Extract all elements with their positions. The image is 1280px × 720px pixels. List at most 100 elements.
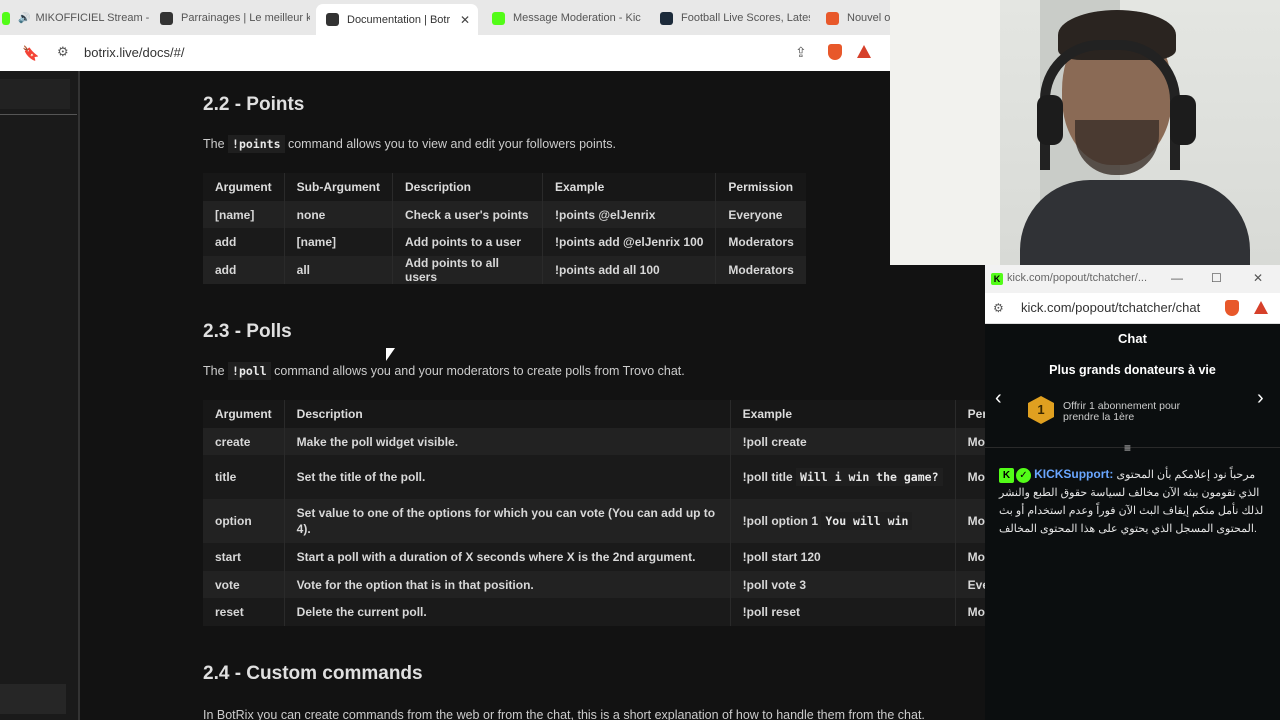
- table-cell: Mo: [954, 598, 985, 626]
- tab-label: Football Live Scores, Lates: [681, 12, 810, 24]
- botrix-favicon-icon: [326, 13, 339, 26]
- table-cell: Add points to a user: [392, 228, 543, 256]
- sidebar-item[interactable]: [0, 79, 70, 109]
- close-button[interactable]: ✕: [1253, 271, 1263, 285]
- popout-title: kick.com/popout/tchatcher/...: [1007, 272, 1148, 284]
- site-settings-icon[interactable]: ⚙: [57, 44, 69, 60]
- table-cell: vote: [203, 571, 285, 598]
- table-cell: add: [203, 228, 285, 256]
- table-cell: Make the poll widget visible.: [283, 428, 731, 455]
- tab-parrainages[interactable]: Parrainages | Le meilleur k: [150, 5, 310, 31]
- pinned-divider: [985, 447, 1280, 448]
- inline-code: !points: [228, 135, 285, 153]
- tab-documentation[interactable]: Documentation | Botr ✕: [316, 4, 478, 35]
- table-cell: Eve: [954, 571, 985, 598]
- mouse-cursor-icon: [386, 348, 395, 361]
- column-header: Description: [392, 173, 543, 201]
- tab-football-live[interactable]: Football Live Scores, Lates: [650, 5, 810, 31]
- gift-sub-offer[interactable]: Offrir 1 abonnement pour prendre la 1ère: [1063, 401, 1213, 423]
- tab-mikofficiel[interactable]: 🔊 MIKOFFICIEL Stream -: [0, 5, 150, 31]
- inline-code: !poll: [228, 362, 271, 380]
- table-cell: create: [203, 428, 285, 455]
- site-settings-icon[interactable]: ⚙: [993, 301, 1004, 315]
- browser-tab-strip: 🔊 MIKOFFICIEL Stream - Parrainages | Le …: [0, 0, 890, 35]
- popout-url[interactable]: kick.com/popout/tchatcher/chat: [1021, 300, 1200, 315]
- kick-badge-icon: K: [999, 467, 1014, 483]
- sidebar-item[interactable]: [0, 684, 66, 714]
- chat-username[interactable]: KICKSupport: [1034, 467, 1109, 481]
- pinned-message-icon[interactable]: ≡: [1124, 441, 1131, 455]
- example-text: !poll title: [742, 469, 793, 484]
- table-cell: Moderators: [715, 228, 806, 256]
- top-donors-title: Plus grands donateurs à vie: [1049, 363, 1216, 377]
- table-cell: !poll reset: [729, 598, 956, 626]
- tab-message-moderation[interactable]: Message Moderation - Kic: [482, 5, 642, 31]
- table-cell: !poll option 1 You will win: [729, 499, 956, 543]
- bookmark-icon[interactable]: 🔖: [22, 45, 39, 62]
- table-row: start Start a poll with a duration of X …: [203, 543, 985, 571]
- brave-shield-icon[interactable]: [1225, 300, 1239, 316]
- brave-favicon-icon: [826, 11, 839, 25]
- points-table: Argument Sub-Argument Description Exampl…: [203, 173, 806, 284]
- intro-text: command allows you to view and edit your…: [287, 137, 616, 151]
- site-favicon-icon: [660, 11, 673, 25]
- points-intro: The !points command allows you to view a…: [203, 135, 616, 153]
- rank-badge: 1: [1028, 396, 1054, 424]
- brave-shield-icon[interactable]: [828, 44, 842, 60]
- table-cell: start: [203, 543, 285, 571]
- tab-label: MIKOFFICIEL Stream -: [35, 12, 150, 24]
- brave-rewards-icon[interactable]: [857, 45, 871, 58]
- kick-logo-icon: K: [991, 273, 1003, 285]
- inline-code: You will win: [821, 512, 913, 530]
- table-cell: Set value to one of the options for whic…: [283, 499, 731, 543]
- table-cell: Mo: [954, 543, 985, 571]
- table-cell: Add points to all users: [392, 256, 543, 284]
- column-header: Sub-Argument: [283, 173, 393, 201]
- verified-badge-icon: ✓: [1016, 467, 1031, 483]
- table-cell: !poll vote 3: [729, 571, 956, 598]
- webcam-person: [1020, 180, 1250, 265]
- url-field[interactable]: botrix.live/docs/#/: [84, 45, 184, 60]
- table-cell: !points add all 100: [541, 256, 716, 284]
- tab-label: Nouvel o: [847, 12, 890, 24]
- chat-title: Chat: [1118, 331, 1147, 346]
- table-cell: !poll create: [729, 428, 956, 455]
- column-header: Example: [729, 400, 956, 428]
- share-icon[interactable]: ⇪: [795, 44, 807, 61]
- table-cell: reset: [203, 598, 285, 626]
- brave-rewards-icon[interactable]: [1254, 301, 1268, 314]
- tab-new[interactable]: Nouvel o: [816, 5, 890, 31]
- section-title-custom-commands: 2.4 - Custom commands: [203, 663, 423, 684]
- tab-label: Message Moderation - Kic: [513, 12, 641, 24]
- section-title-points: 2.2 - Points: [203, 94, 305, 115]
- minimize-button[interactable]: —: [1171, 271, 1183, 285]
- chevron-left-icon[interactable]: ‹: [995, 387, 1002, 410]
- popout-title-bar: K kick.com/popout/tchatcher/... — ☐ ✕: [985, 265, 1280, 293]
- close-icon[interactable]: ✕: [460, 13, 470, 27]
- webcam-background: [890, 0, 1000, 265]
- intro-text: The: [203, 364, 225, 378]
- table-row: title Set the title of the poll. !poll t…: [203, 455, 985, 499]
- site-favicon-icon: [160, 11, 173, 25]
- table-cell: title: [203, 455, 285, 499]
- column-header: Argument: [203, 400, 285, 428]
- table-cell: add: [203, 256, 285, 284]
- table-cell: Mo: [954, 428, 985, 455]
- kick-favicon-icon: [2, 11, 10, 25]
- table-cell: none: [283, 201, 393, 228]
- table-row: [name] none Check a user's points !point…: [203, 201, 806, 228]
- chevron-right-icon[interactable]: ›: [1257, 387, 1264, 410]
- chat-separator: :: [1109, 467, 1114, 481]
- table-cell: !poll start 120: [729, 543, 956, 571]
- inline-code: Will i win the game?: [796, 467, 943, 486]
- table-row: create Make the poll widget visible. !po…: [203, 428, 985, 455]
- table-cell: !poll title Will i win the game?: [729, 455, 956, 499]
- table-cell: Moderators: [715, 256, 806, 284]
- docs-sidebar: [0, 71, 80, 720]
- column-header: Argument: [203, 173, 285, 201]
- column-header: Example: [541, 173, 716, 201]
- table-cell: option: [203, 499, 285, 543]
- maximize-button[interactable]: ☐: [1211, 271, 1222, 285]
- table-cell: Set the title of the poll.: [283, 455, 731, 499]
- table-cell: !points add @elJenrix 100: [541, 228, 716, 256]
